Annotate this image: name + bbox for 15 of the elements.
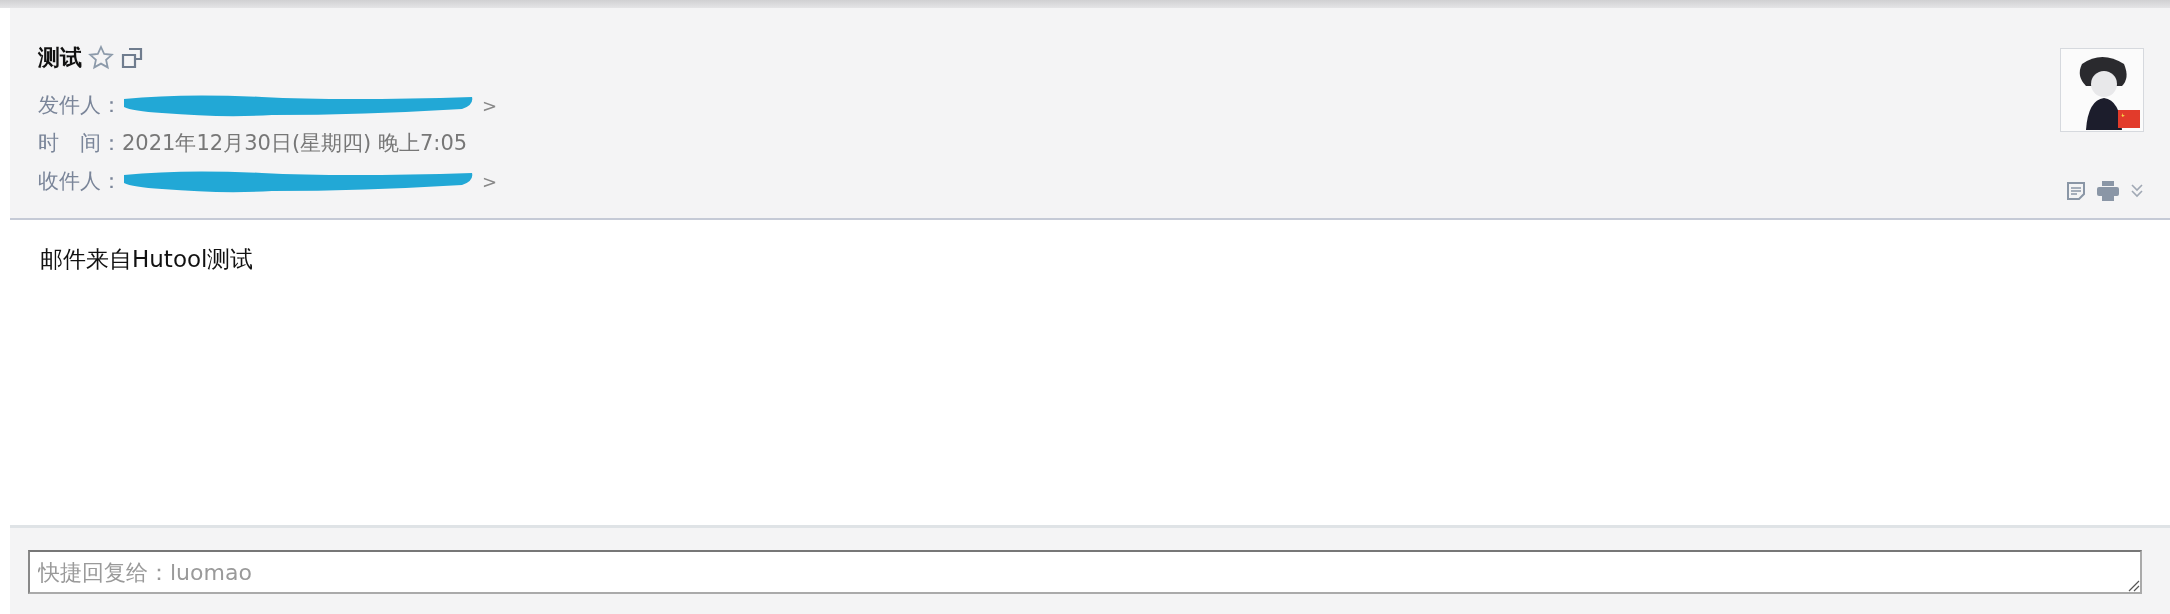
field-value: 2021年12月30日(星期四) 晚上7:05 xyxy=(122,130,468,157)
email-body: 邮件来自Hutool测试 xyxy=(40,245,254,274)
star-icon[interactable] xyxy=(88,45,114,71)
address-end: > xyxy=(482,170,498,192)
expand-icon[interactable] xyxy=(2130,182,2144,200)
field-label: 收件人： xyxy=(38,168,122,195)
new-window-icon[interactable] xyxy=(120,46,144,70)
field-label: 发件人： xyxy=(38,92,122,119)
resize-grip-icon[interactable] xyxy=(2126,578,2140,592)
email-subject: 测试 xyxy=(38,44,82,72)
print-icon[interactable] xyxy=(2096,180,2120,202)
note-icon[interactable] xyxy=(2066,181,2086,201)
field-label: 时 间： xyxy=(38,130,122,157)
quick-reply-field[interactable]: 快捷回复给：luomao xyxy=(28,550,2142,594)
address-end: > xyxy=(482,94,498,116)
